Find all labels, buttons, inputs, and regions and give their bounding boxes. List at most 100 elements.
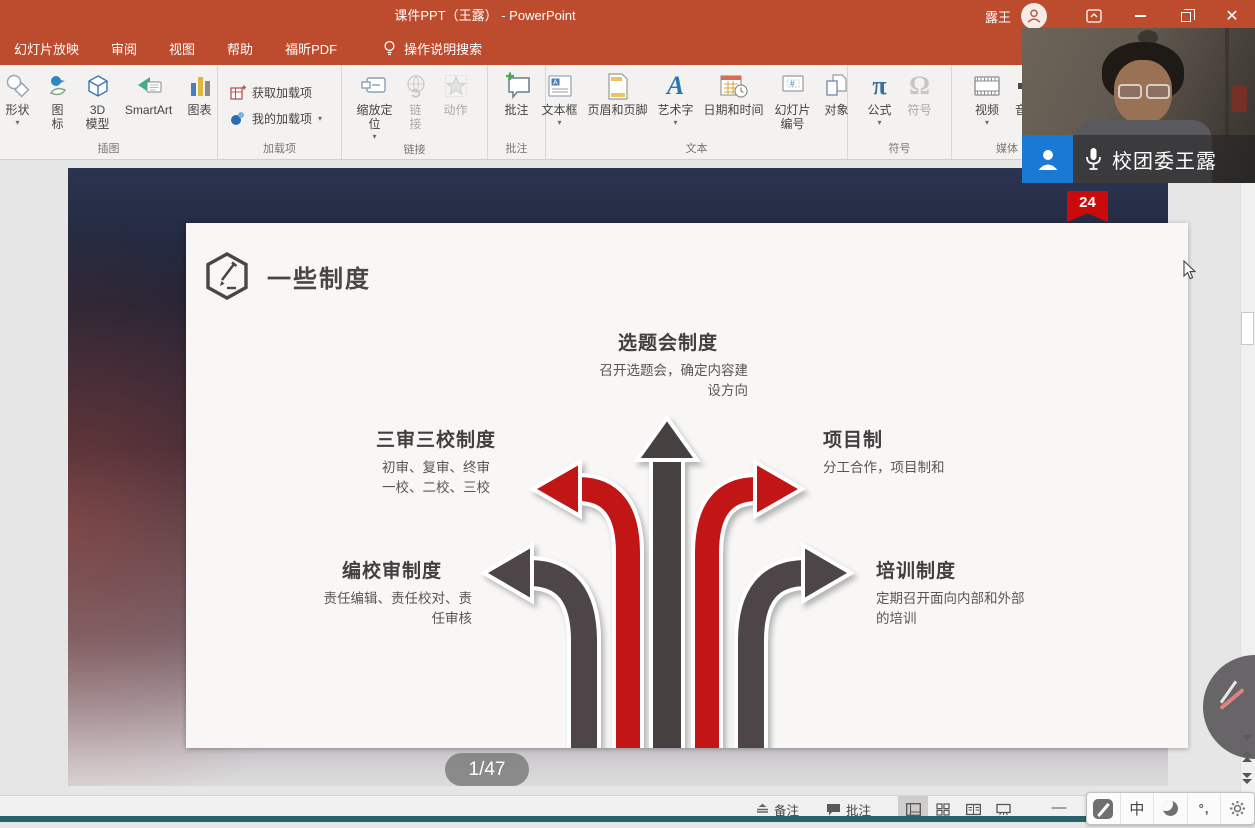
group-label: 批注 bbox=[492, 142, 541, 159]
slide-sorter-icon bbox=[936, 803, 950, 816]
3d-models-button[interactable]: 3D 模型 bbox=[78, 68, 118, 133]
wordart-icon: A bbox=[667, 70, 684, 102]
glasses bbox=[1118, 84, 1170, 99]
gear-icon bbox=[1229, 800, 1246, 817]
header-footer-button[interactable]: 页眉和页脚 bbox=[583, 68, 653, 119]
new-comment-button[interactable]: 批注 bbox=[497, 68, 537, 119]
account-avatar[interactable] bbox=[1021, 3, 1047, 29]
dropdown-arrow: ▾ bbox=[557, 119, 561, 127]
ime-settings-button[interactable] bbox=[1221, 793, 1254, 824]
ime-fullwidth-toggle[interactable] bbox=[1154, 793, 1188, 824]
chart-button[interactable]: 图表 bbox=[180, 68, 220, 119]
datetime-button[interactable]: 日期和时间 bbox=[699, 68, 769, 119]
slide-number-badge: 24 bbox=[1067, 191, 1108, 222]
video-icon bbox=[973, 70, 1001, 102]
group-label: 插图 bbox=[4, 142, 213, 159]
group-illustrations: 形状▾ 图 标 3D 模型 SmartArt 图表 bbox=[0, 65, 218, 159]
slide-header: 一些制度 bbox=[203, 251, 371, 301]
tab-slideshow[interactable]: 幻灯片放映 bbox=[14, 39, 79, 58]
floating-tool-button[interactable] bbox=[1203, 655, 1255, 759]
action-star-icon bbox=[443, 70, 469, 102]
group-addins: 获取加载项 我的加载项 ▾ 加载项 bbox=[218, 65, 342, 159]
comments-icon bbox=[826, 803, 841, 816]
next-slide-button[interactable] bbox=[1241, 772, 1253, 784]
svg-text:A: A bbox=[553, 80, 558, 87]
tab-review[interactable]: 审阅 bbox=[111, 39, 137, 58]
ime-logo-button[interactable] bbox=[1087, 793, 1121, 824]
node-topic-meeting: 选题会制度 召开选题会，确定内容建 设方向 bbox=[588, 328, 748, 400]
notes-icon bbox=[756, 803, 769, 815]
symbol-icon: Ω bbox=[909, 70, 930, 102]
slide-title: 一些制度 bbox=[267, 259, 371, 294]
tell-me-search[interactable]: 操作说明搜索 bbox=[383, 39, 482, 58]
dropdown-arrow: ▾ bbox=[877, 119, 881, 127]
smartart-button[interactable]: SmartArt bbox=[118, 68, 180, 119]
wordart-button[interactable]: A 艺术字▾ bbox=[653, 68, 699, 129]
group-label: 链接 bbox=[346, 143, 483, 159]
shapes-button[interactable]: 形状▾ bbox=[0, 68, 38, 129]
webcam-overlay[interactable]: 校团委王露 bbox=[1022, 28, 1255, 183]
zoom-button[interactable]: 缩放定 位▾ bbox=[353, 68, 395, 143]
slide-workspace: 一些制度 选题会制度 召开选题会，确定内容建 设方向 三审三校制度 初审、复审、… bbox=[0, 160, 1255, 795]
slide-canvas[interactable]: 一些制度 选题会制度 召开选题会，确定内容建 设方向 三审三校制度 初审、复审、… bbox=[68, 168, 1168, 786]
group-text: A 文本框▾ 页眉和页脚 A 艺术字▾ 日期和时间 # 幻灯片 编号 bbox=[546, 65, 848, 159]
normal-view-icon bbox=[906, 803, 921, 816]
reading-view-icon bbox=[966, 803, 981, 816]
door-frame bbox=[1225, 28, 1229, 138]
participant-name: 校团委王露 bbox=[1112, 145, 1217, 174]
scrollbar-thumb[interactable] bbox=[1241, 312, 1254, 345]
get-addins-button[interactable]: 获取加载项 bbox=[230, 84, 312, 101]
slide-number-icon: # bbox=[780, 70, 806, 102]
smartart-icon bbox=[134, 70, 164, 102]
group-symbols: π 公式▾ Ω 符号 符号 bbox=[848, 65, 952, 159]
video-button[interactable]: 视频▾ bbox=[967, 68, 1007, 129]
tab-help[interactable]: 帮助 bbox=[227, 39, 253, 58]
arrows-diagram bbox=[186, 223, 1188, 748]
equation-icon: π bbox=[872, 70, 886, 102]
slideshow-icon bbox=[996, 803, 1011, 816]
slide-content-panel[interactable]: 一些制度 选题会制度 召开选题会，确定内容建 设方向 三审三校制度 初审、复审、… bbox=[186, 223, 1188, 748]
bottom-edge-strip bbox=[0, 816, 1255, 822]
textbox-icon: A bbox=[547, 70, 573, 102]
group-links: 缩放定 位▾ 链 接 动作 链接 bbox=[342, 65, 488, 159]
wall-decoration bbox=[1232, 86, 1247, 112]
person-icon bbox=[1035, 146, 1061, 172]
ime-toolbar: 中 °, bbox=[1086, 792, 1255, 825]
dropdown-arrow: ▾ bbox=[673, 119, 677, 127]
icons-button[interactable]: 图 标 bbox=[38, 68, 78, 133]
tab-view[interactable]: 视图 bbox=[169, 39, 195, 58]
node-training: 培训制度 定期召开面向内部和外部 的培训 bbox=[876, 556, 1056, 628]
lightbulb-icon bbox=[383, 40, 396, 57]
zoom-icon bbox=[360, 70, 388, 102]
link-button: 链 接 bbox=[396, 68, 436, 133]
my-addins-button[interactable]: 我的加载项 ▾ bbox=[230, 110, 322, 127]
ime-logo-icon bbox=[1093, 799, 1113, 819]
header-footer-icon bbox=[607, 70, 629, 102]
shapes-icon bbox=[5, 70, 31, 102]
tab-foxit-pdf[interactable]: 福昕PDF bbox=[285, 39, 337, 58]
action-button: 动作 bbox=[436, 68, 476, 119]
svg-text:#: # bbox=[790, 80, 795, 89]
node-project-system: 项目制 分工合作，项目制和 bbox=[823, 425, 1033, 478]
page-indicator: 1/47 bbox=[445, 753, 529, 786]
link-icon bbox=[403, 70, 429, 102]
3d-model-icon bbox=[85, 70, 111, 102]
my-addins-icon bbox=[230, 110, 246, 126]
group-label: 符号 bbox=[852, 142, 947, 159]
textbox-button[interactable]: A 文本框▾ bbox=[537, 68, 583, 129]
powerpoint-window: 课件PPT（王露） - PowerPoint 露王 ✕ 幻灯片放映 审阅 视图 … bbox=[0, 0, 1255, 828]
dropdown-arrow: ▾ bbox=[372, 133, 376, 141]
dropdown-arrow: ▾ bbox=[318, 115, 322, 123]
account-name[interactable]: 露王 bbox=[985, 7, 1011, 26]
object-icon bbox=[824, 70, 850, 102]
slide-number-button[interactable]: # 幻灯片 编号 bbox=[769, 68, 817, 133]
ribbon-display-icon bbox=[1086, 9, 1102, 23]
dropdown-arrow: ▾ bbox=[15, 119, 19, 127]
ime-punctuation-toggle[interactable]: °, bbox=[1188, 793, 1222, 824]
person-icon bbox=[1025, 7, 1043, 25]
equation-button[interactable]: π 公式▾ bbox=[860, 68, 900, 129]
ime-language-toggle[interactable]: 中 bbox=[1121, 793, 1155, 824]
window-title: 课件PPT（王露） - PowerPoint bbox=[0, 0, 970, 32]
dropdown-arrow: ▾ bbox=[985, 119, 989, 127]
moon-icon bbox=[1163, 801, 1178, 816]
